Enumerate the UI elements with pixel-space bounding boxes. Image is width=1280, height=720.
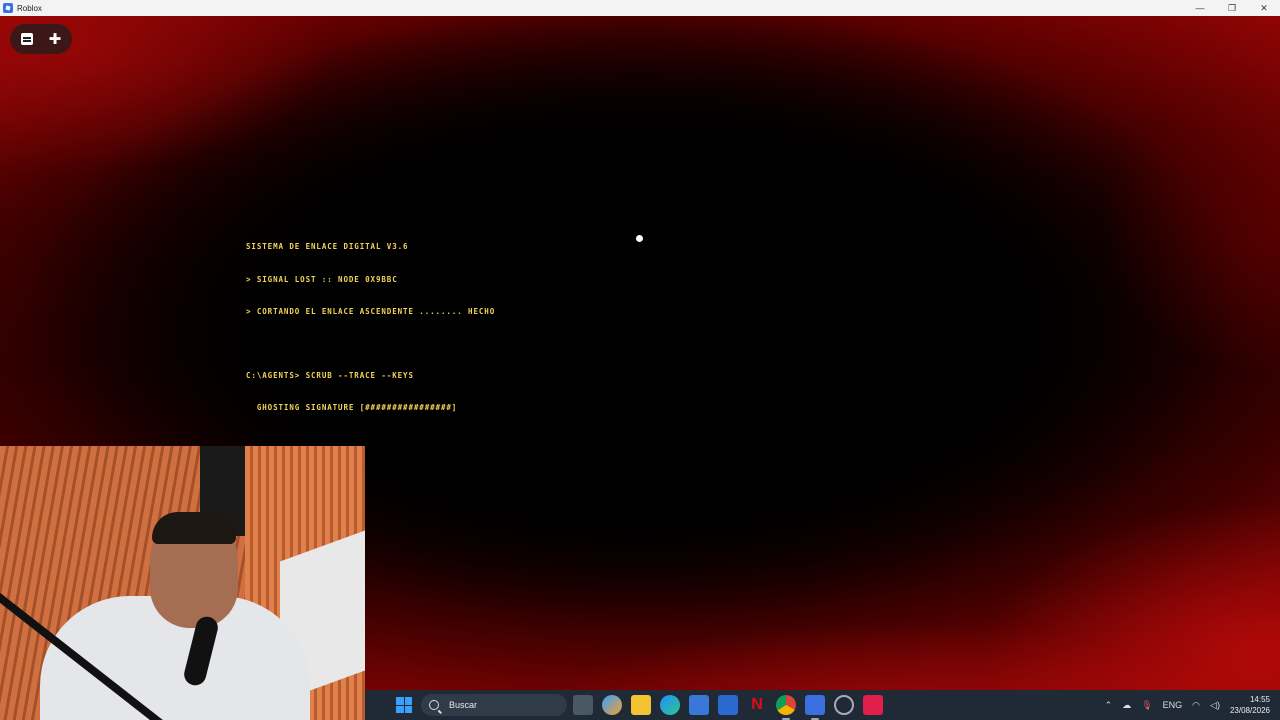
- chevron-up-icon[interactable]: ⌃: [1105, 700, 1113, 711]
- settings-icon[interactable]: [834, 695, 854, 715]
- netflix-icon[interactable]: N: [747, 695, 767, 715]
- mouse-cursor-dot: [636, 235, 643, 242]
- menu-button[interactable]: ✚: [41, 25, 69, 53]
- copilot-icon[interactable]: [602, 695, 622, 715]
- clock-date: 23/08/2026: [1229, 706, 1270, 715]
- roblox-hud: ✚: [10, 24, 72, 54]
- system-tray: ⌃ ☁ 🎙 ENG ◠ ◁) 14:55 23/08/2026: [1105, 690, 1280, 720]
- terminal-line: > SIGNAL LOST :: NODE 0X9BBC: [246, 274, 398, 284]
- chat-button[interactable]: [13, 25, 41, 53]
- maximize-button[interactable]: ❐: [1216, 0, 1248, 16]
- microphone-icon[interactable]: 🎙: [1141, 700, 1152, 711]
- tiktok-icon[interactable]: [863, 695, 883, 715]
- minimize-button[interactable]: —: [1184, 0, 1216, 16]
- window-titlebar: Roblox — ❐ ✕: [0, 0, 1280, 16]
- search-label: Buscar: [449, 700, 478, 710]
- terminal-line: GHOSTING SIGNATURE [################]: [246, 402, 458, 412]
- terminal-line: > CORTANDO EL ENLACE ASCENDENTE ........…: [246, 306, 496, 316]
- store-icon[interactable]: [689, 695, 709, 715]
- file-explorer-icon[interactable]: [573, 695, 593, 715]
- close-button[interactable]: ✕: [1248, 0, 1280, 16]
- window-title: Roblox: [17, 3, 42, 13]
- clock-time: 14:55: [1249, 695, 1270, 704]
- chrome-icon[interactable]: [776, 695, 796, 720]
- window-controls: — ❐ ✕: [1184, 0, 1280, 16]
- terminal-line: C:\AGENTS> SCRUB --TRACE --KEYS: [246, 370, 414, 380]
- plus-icon: ✚: [48, 31, 62, 48]
- taskbar-clock[interactable]: 14:55 23/08/2026: [1230, 694, 1270, 716]
- taskbar-apps: N: [573, 695, 892, 720]
- search-icon: [429, 700, 439, 710]
- language-indicator[interactable]: ENG: [1163, 700, 1183, 710]
- roblox-app-icon: [3, 3, 13, 13]
- volume-icon[interactable]: ◁): [1210, 700, 1220, 711]
- wifi-icon[interactable]: ◠: [1192, 700, 1200, 711]
- start-button[interactable]: [396, 697, 412, 713]
- taskbar-search[interactable]: Buscar: [421, 694, 567, 716]
- webcam-overlay: [0, 446, 365, 720]
- windows-taskbar: Buscar N ⌃ ☁ 🎙 ENG ◠ ◁) 14:55 23/08/2026: [365, 690, 1280, 720]
- roblox-icon[interactable]: [805, 695, 825, 720]
- hud-button-group: ✚: [10, 24, 72, 54]
- mail-icon[interactable]: [718, 695, 738, 715]
- cloud-icon[interactable]: ☁: [1122, 700, 1131, 711]
- terminal-line: SISTEMA DE ENLACE DIGITAL V3.6: [246, 242, 409, 252]
- webcam-person-hair: [152, 512, 236, 544]
- edge-icon[interactable]: [660, 695, 680, 715]
- folder-icon[interactable]: [631, 695, 651, 715]
- chat-icon: [21, 33, 33, 45]
